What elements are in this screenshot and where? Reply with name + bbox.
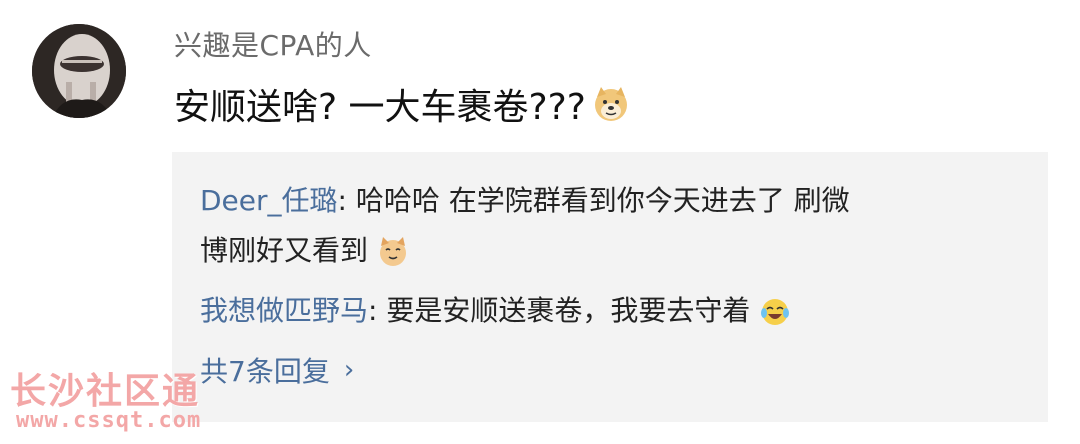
avatar[interactable] <box>32 24 126 118</box>
reply-author[interactable]: Deer_任璐 <box>200 184 338 217</box>
chevron-right-icon: › <box>343 355 355 385</box>
reply-text-continued: 博刚好又看到 <box>200 234 369 267</box>
view-more-replies-link[interactable]: 共7条回复 › <box>200 350 354 390</box>
reply-separator: : <box>368 294 387 327</box>
cat-emoji-icon <box>377 236 409 268</box>
reply-separator: : <box>337 184 356 217</box>
reply-text: 哈哈哈 在学院群看到你今天进去了 刷微 <box>355 184 850 217</box>
reply-text: 要是安顺送裹卷，我要去守着 <box>386 294 751 327</box>
comment-text: 安顺送啥? 一大车裹卷??? <box>174 78 630 130</box>
laugh-cry-emoji-icon <box>759 296 791 328</box>
more-replies-label: 共7条回复 <box>200 355 330 388</box>
reply-item[interactable]: 我想做匹野马: 要是安顺送裹卷，我要去守着 <box>200 286 791 336</box>
watermark-logo: 长沙社区通 <box>10 371 201 412</box>
reply-item[interactable]: Deer_任璐: 哈哈哈 在学院群看到你今天进去了 刷微 博刚好又看到 <box>200 176 1030 276</box>
comment-body: 安顺送啥? 一大车裹卷??? <box>174 87 586 128</box>
reply-author[interactable]: 我想做匹野马 <box>200 294 368 327</box>
comment-username[interactable]: 兴趣是CPA的人 <box>174 24 372 64</box>
watermark-url: www.cssqt.com <box>16 408 202 433</box>
doge-emoji-icon <box>592 85 630 123</box>
